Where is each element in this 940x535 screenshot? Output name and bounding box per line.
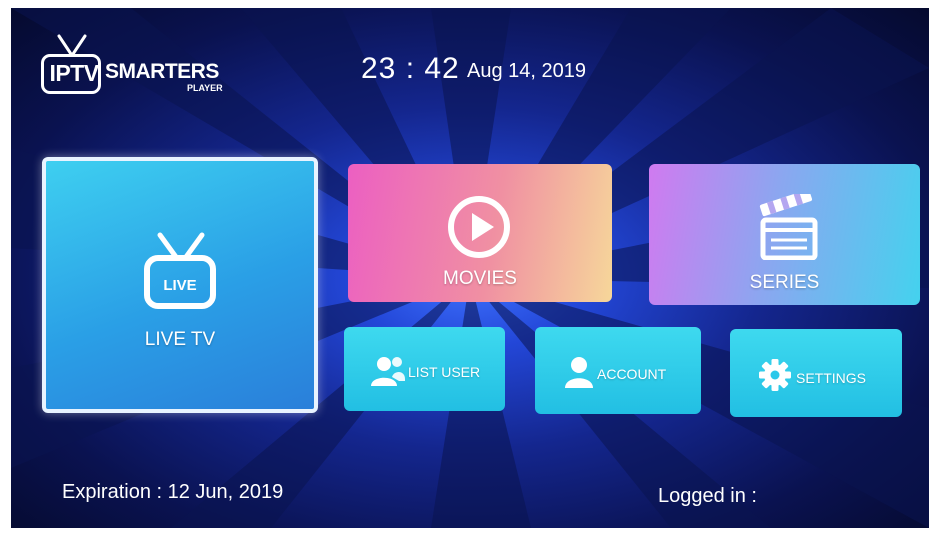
logged-in-text: Logged in : [658, 485, 757, 507]
gear-icon [759, 359, 791, 391]
users-icon [371, 357, 405, 386]
series-tile[interactable]: SERIES [649, 164, 920, 305]
list-user-tile[interactable]: LIST USER [344, 327, 505, 411]
live-tv-tile[interactable]: LIVE LIVE TV [42, 157, 318, 413]
account-tile[interactable]: ACCOUNT [535, 327, 701, 414]
logo-player-text: PLAYER [187, 83, 223, 93]
settings-tile[interactable]: SETTINGS [730, 329, 902, 417]
movies-label: MOVIES [443, 268, 517, 289]
expiration-text: Expiration : 12 Jun, 2019 [62, 481, 284, 503]
current-date: Aug 14, 2019 [467, 60, 586, 82]
logo-smarters-text: SMARTERS [105, 60, 219, 83]
user-icon [565, 357, 593, 388]
live-tv-label: LIVE TV [144, 329, 216, 350]
live-badge-text: LIVE [163, 277, 197, 294]
movies-tile[interactable]: MOVIES [348, 164, 612, 302]
settings-label: SETTINGS [796, 370, 867, 386]
logo-antenna-icon [57, 34, 87, 56]
app-screen: IPTV SMARTERS PLAYER 23 : 42 Aug 14, 201… [11, 8, 929, 528]
series-label: SERIES [749, 272, 820, 293]
app-logo: IPTV SMARTERS PLAYER [37, 30, 227, 110]
tv-antenna-icon [144, 232, 216, 309]
account-label: ACCOUNT [597, 366, 667, 382]
logo-iptv-text: IPTV [49, 60, 99, 86]
clock-time: 23 : 42 [361, 52, 460, 85]
list-user-label: LIST USER [408, 364, 481, 380]
clapperboard-icon [759, 194, 818, 260]
play-icon [448, 196, 510, 258]
